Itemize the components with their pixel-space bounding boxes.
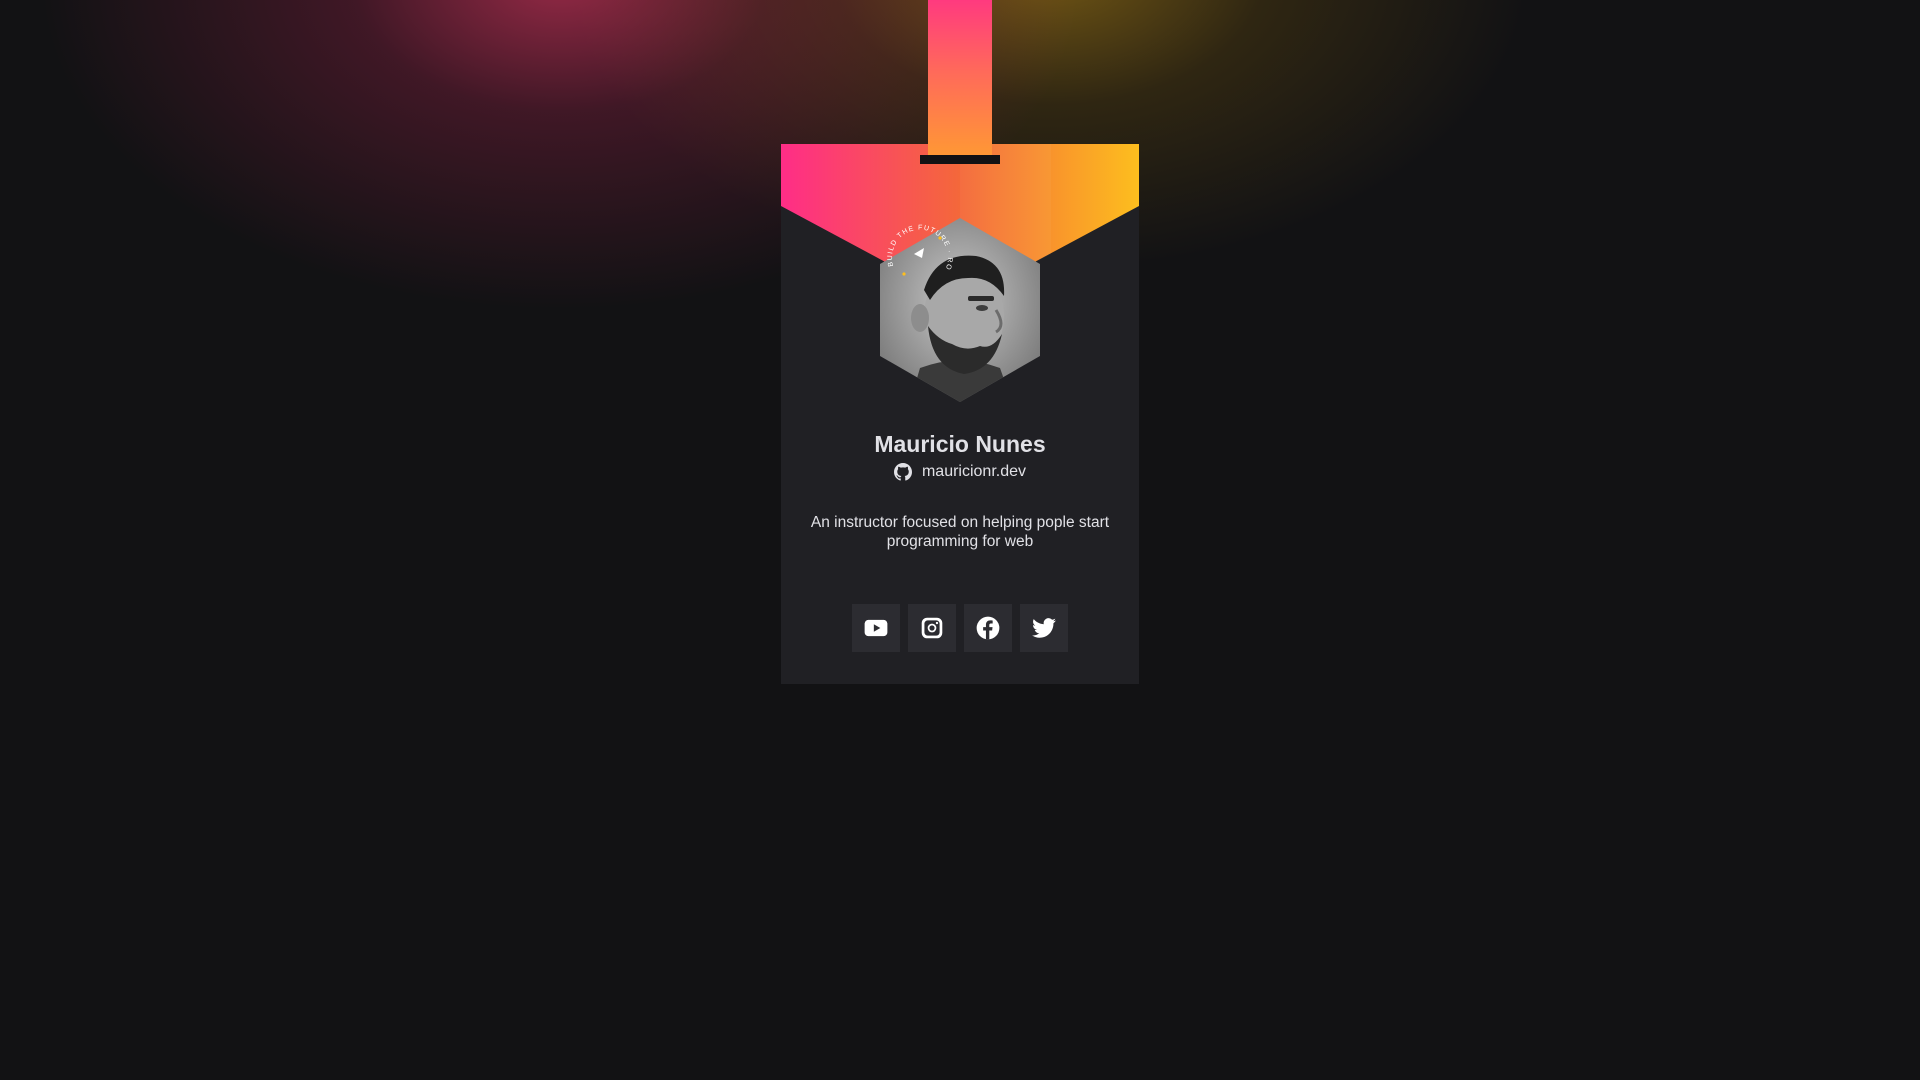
youtube-button[interactable] — [852, 604, 900, 652]
lanyard-strap — [928, 0, 992, 160]
instagram-icon — [921, 617, 943, 639]
twitter-button[interactable] — [1020, 604, 1068, 652]
facebook-button[interactable] — [964, 604, 1012, 652]
page-background: BUILD THE FUTURE · ROCKETSEAT Mauricio N… — [0, 0, 1920, 1080]
instagram-button[interactable] — [908, 604, 956, 652]
profile-name: Mauricio Nunes — [874, 431, 1046, 457]
youtube-icon — [864, 619, 888, 637]
facebook-icon — [976, 616, 1000, 640]
profile-card: BUILD THE FUTURE · ROCKETSEAT Mauricio N… — [781, 144, 1139, 684]
twitter-icon — [1032, 618, 1056, 638]
social-links — [852, 604, 1068, 652]
avatar: BUILD THE FUTURE · ROCKETSEAT — [880, 218, 1040, 402]
lanyard-clip — [920, 155, 1000, 164]
profile-bio: An instructor focused on helping pople s… — [810, 514, 1110, 550]
profile-handle-row[interactable]: mauricionr.dev — [781, 462, 1139, 482]
avatar-photo: BUILD THE FUTURE · ROCKETSEAT — [880, 218, 1040, 402]
profile-handle-text[interactable]: mauricionr.dev — [922, 462, 1026, 482]
github-icon — [893, 463, 912, 481]
